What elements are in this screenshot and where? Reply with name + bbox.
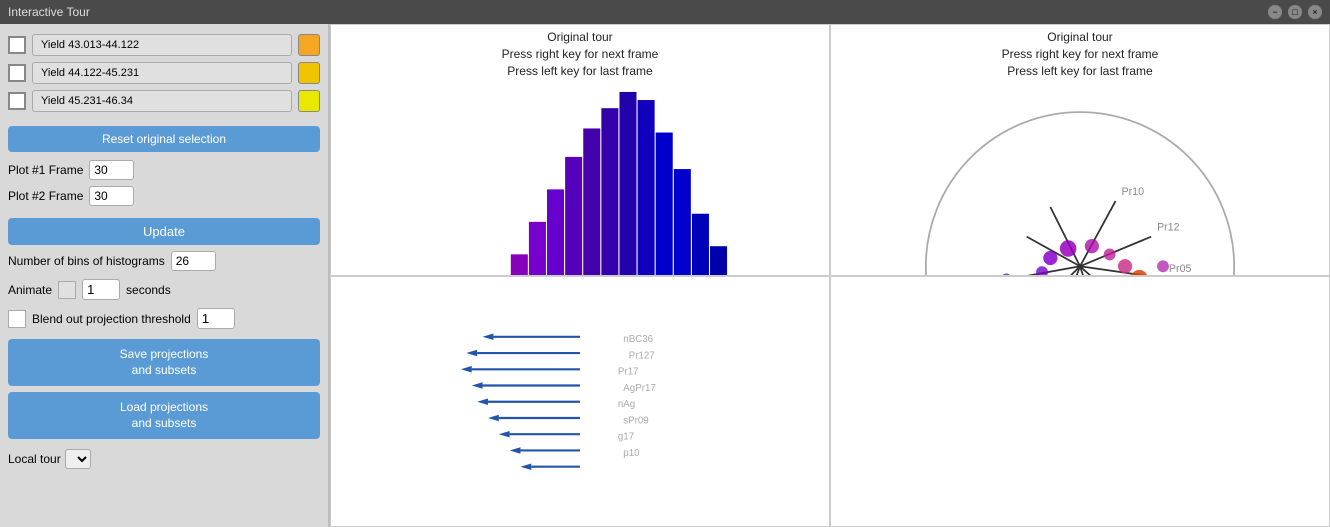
plot-bottom-right <box>830 276 1330 527</box>
subset-checkbox-3[interactable] <box>8 92 26 110</box>
reset-button[interactable]: Reset original selection <box>8 126 320 152</box>
bins-row: Number of bins of histograms <box>8 251 320 271</box>
minimize-button[interactable]: − <box>1268 5 1282 19</box>
blend-checkbox[interactable] <box>8 310 26 328</box>
subset-color-swatch-1[interactable] <box>298 34 320 56</box>
hist-bar <box>619 92 636 275</box>
plot-top-left: Original tour Press right key for next f… <box>330 24 830 276</box>
plot2-frame-row: Plot #2 Frame <box>8 186 320 206</box>
svg-text:Pr127: Pr127 <box>629 350 655 361</box>
blend-input[interactable] <box>197 308 235 329</box>
hist-bar <box>565 157 582 275</box>
local-tour-select[interactable] <box>65 449 91 469</box>
scatter-canvas: Pr10 Pr12 Pr05 Pr17 Pr09 <box>831 81 1329 275</box>
blend-label: Blend out projection threshold <box>32 312 191 326</box>
hist-bar <box>583 129 600 276</box>
update-button[interactable]: Update <box>8 218 320 245</box>
svg-text:AgPr17: AgPr17 <box>623 382 655 393</box>
projection-canvas: nBC36 Pr127 Pr17 AgPr17 nAg sPr09 g17 p1… <box>331 277 829 527</box>
plot1-frame-label: Plot #1 Frame <box>8 163 83 177</box>
animate-seconds-label: seconds <box>126 283 171 297</box>
svg-text:Pr17: Pr17 <box>618 366 639 377</box>
scatter-svg: Pr10 Pr12 Pr05 Pr17 Pr09 <box>831 81 1329 275</box>
maximize-button[interactable]: □ <box>1288 5 1302 19</box>
svg-text:p10: p10 <box>623 447 640 458</box>
subset-label-btn-3[interactable]: Yield 45.231-46.34 <box>32 90 292 112</box>
animate-label: Animate <box>8 283 52 297</box>
plot-top-right-title: Original tour Press right key for next f… <box>1002 25 1159 81</box>
subset-label-btn-1[interactable]: Yield 43.013-44.122 <box>32 34 292 56</box>
projection-svg: nBC36 Pr127 Pr17 AgPr17 nAg sPr09 g17 p1… <box>331 277 829 527</box>
hist-bar <box>547 190 564 276</box>
load-button[interactable]: Load projectionsand subsets <box>8 392 320 439</box>
plot-bottom-left: nBC36 Pr127 Pr17 AgPr17 nAg sPr09 g17 p1… <box>330 276 830 527</box>
svg-text:Pr05: Pr05 <box>1169 264 1192 276</box>
subset-color-swatch-2[interactable] <box>298 62 320 84</box>
svg-text:Pr10: Pr10 <box>1122 187 1145 199</box>
axis-star <box>1015 201 1163 275</box>
subset-label-btn-2[interactable]: Yield 44.122-45.231 <box>32 62 292 84</box>
titlebar-title: Interactive Tour <box>8 5 90 19</box>
hist-bar <box>601 109 618 276</box>
plot2-frame-label: Plot #2 Frame <box>8 189 83 203</box>
svg-text:nAg: nAg <box>618 399 635 410</box>
plot-top-left-title: Original tour Press right key for next f… <box>502 25 659 81</box>
svg-text:g17: g17 <box>618 431 634 442</box>
plot-top-right: Original tour Press right key for next f… <box>830 24 1330 276</box>
histogram-canvas <box>331 81 829 275</box>
hist-bar <box>710 247 727 276</box>
hist-bar <box>656 133 673 276</box>
projection-arrows <box>461 333 580 469</box>
animate-checkbox[interactable] <box>58 281 76 299</box>
animate-row: Animate seconds <box>8 279 320 300</box>
svg-text:Pr12: Pr12 <box>1157 222 1180 234</box>
local-tour-label: Local tour <box>8 452 61 466</box>
plot1-frame-row: Plot #1 Frame <box>8 160 320 180</box>
animate-seconds-input[interactable] <box>82 279 120 300</box>
close-button[interactable]: × <box>1308 5 1322 19</box>
titlebar: Interactive Tour − □ × <box>0 0 1330 24</box>
subset-row-1: Yield 43.013-44.122 <box>8 34 320 56</box>
hist-bar <box>511 255 528 276</box>
bins-input[interactable] <box>171 251 216 271</box>
hist-bar <box>692 214 709 275</box>
svg-text:sPr09: sPr09 <box>623 415 648 426</box>
bins-label: Number of bins of histograms <box>8 254 165 268</box>
histogram-svg <box>331 81 829 275</box>
subset-row-3: Yield 45.231-46.34 <box>8 90 320 112</box>
hist-bar <box>529 222 546 275</box>
subset-checkbox-1[interactable] <box>8 36 26 54</box>
subset-row-2: Yield 44.122-45.231 <box>8 62 320 84</box>
sidebar: Yield 43.013-44.122 Yield 44.122-45.231 … <box>0 24 330 527</box>
hist-bar <box>674 169 691 275</box>
subset-checkbox-2[interactable] <box>8 64 26 82</box>
content: Original tour Press right key for next f… <box>330 24 1330 527</box>
save-button[interactable]: Save projectionsand subsets <box>8 339 320 386</box>
plot2-frame-input[interactable] <box>89 186 134 206</box>
blend-row: Blend out projection threshold <box>8 308 320 329</box>
main-layout: Yield 43.013-44.122 Yield 44.122-45.231 … <box>0 24 1330 527</box>
plot1-frame-input[interactable] <box>89 160 134 180</box>
subset-color-swatch-3[interactable] <box>298 90 320 112</box>
titlebar-controls: − □ × <box>1268 5 1322 19</box>
hist-bar <box>638 100 655 275</box>
svg-text:nBC36: nBC36 <box>623 334 653 345</box>
